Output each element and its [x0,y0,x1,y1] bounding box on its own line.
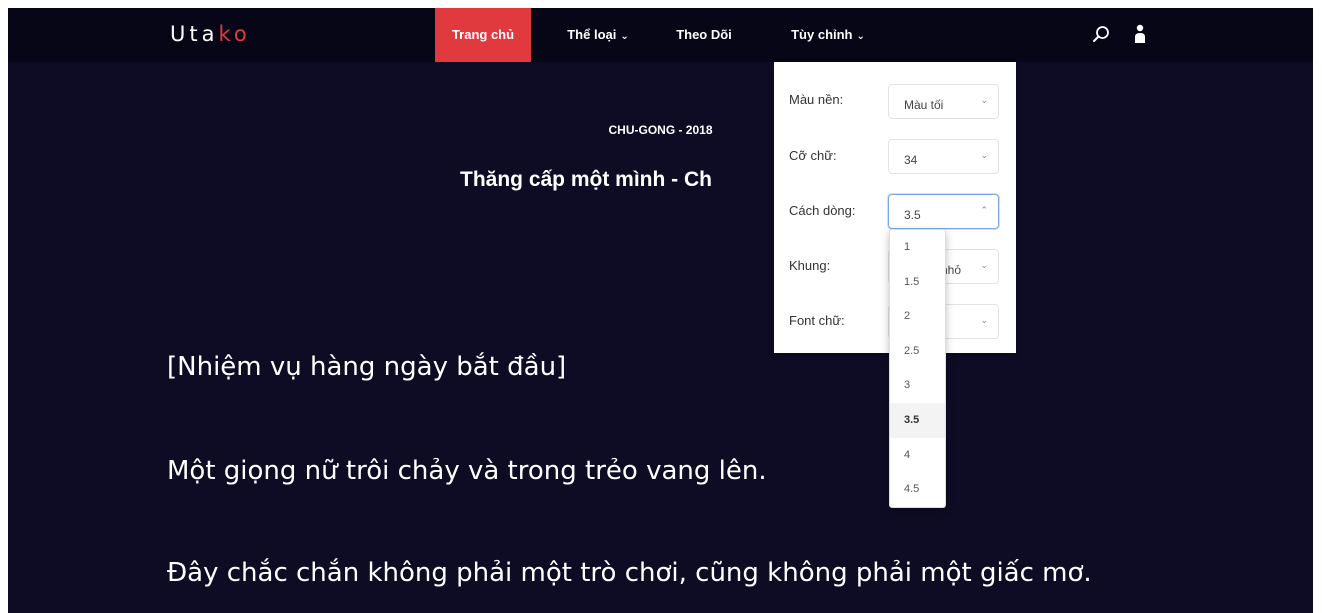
chevron-down-icon: ⌄ [980,260,988,270]
line-height-option[interactable]: 4.5 [890,472,945,507]
reader-page: Utako Trang chủ Thể loại ⌄ Theo Dõi Tùy c… [8,8,1313,613]
font-label: Font chữ: [789,313,845,328]
top-navbar: Utako Trang chủ Thể loại ⌄ Theo Dõi Tùy c… [8,8,1313,62]
font-size-label: Cỡ chữ: [789,148,837,163]
chevron-down-icon: ⌄ [620,31,629,42]
site-logo[interactable]: Utako [170,22,251,46]
line-height-option[interactable]: 1.5 [890,265,945,300]
line-height-dropdown: 1 1.5 2 2.5 3 3.5 4 4.5 [889,229,946,508]
background-label: Màu nền: [789,92,844,107]
line-height-option[interactable]: 4 [890,438,945,473]
chapter-meta: CHU-GONG - 2018 [608,123,713,137]
nav-follow[interactable]: Theo Dõi [668,8,740,62]
chevron-down-icon: ⌄ [856,31,865,42]
nav-genre[interactable]: Thể loại ⌄ [553,8,643,62]
line-height-option-selected[interactable]: 3.5 [890,402,945,438]
search-icon[interactable] [1091,24,1111,44]
nav-custom[interactable]: Tùy chỉnh ⌄ [778,8,878,62]
line-height-option[interactable]: 3 [890,368,945,403]
line-height-option[interactable]: 2 [890,299,945,334]
font-size-select[interactable]: 34 ⌄ [888,139,999,174]
chevron-down-icon: ⌄ [980,95,988,105]
line-height-option[interactable]: 2.5 [890,334,945,369]
background-select[interactable]: Màu tối ⌄ [888,84,999,119]
chapter-title: Thăng cấp một mình - Ch [460,168,712,191]
user-icon[interactable] [1132,23,1148,45]
content-paragraph: Một giọng nữ trôi chảy và trong trẻo van… [167,456,767,486]
content-paragraph: [Nhiệm vụ hàng ngày bắt đầu] [167,352,567,382]
chevron-down-icon: ⌄ [980,150,988,160]
chevron-up-icon: ⌃ [980,205,988,215]
frame-label: Khung: [789,258,831,273]
nav-home[interactable]: Trang chủ [435,8,531,62]
line-height-label: Cách dòng: [789,203,856,218]
line-height-select[interactable]: 3.5 ⌃ [888,194,999,229]
chevron-down-icon: ⌄ [980,315,988,325]
line-height-option[interactable]: 1 [890,230,945,265]
content-paragraph: Đây chắc chắn không phải một trò chơi, c… [167,558,1092,588]
